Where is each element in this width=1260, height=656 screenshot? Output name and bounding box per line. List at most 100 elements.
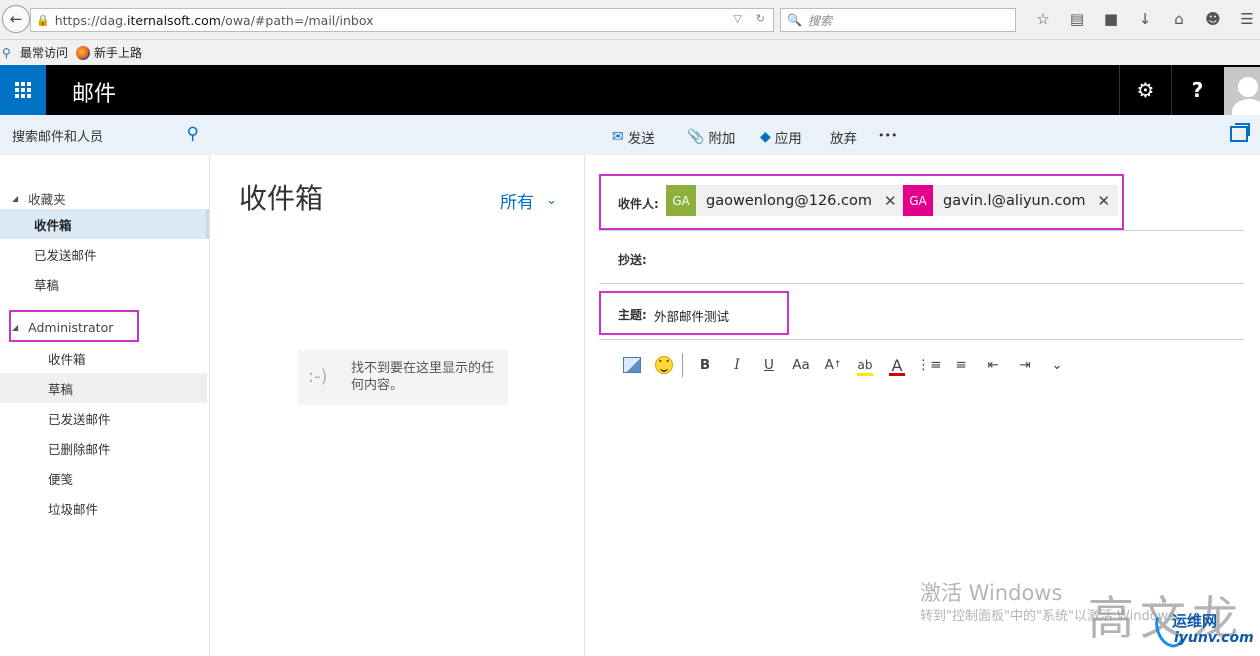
folder-label: 已发送邮件 [48, 411, 111, 427]
mail-search-placeholder: 搜索邮件和人员 [12, 129, 104, 145]
lock-icon: 🔒 [36, 13, 50, 27]
search-icon[interactable]: ⚲ [187, 124, 199, 144]
browser-search-input[interactable]: 🔍 搜索 [780, 8, 1016, 32]
decrease-indent-button[interactable]: ⇤ [977, 354, 1009, 376]
folder-label: 已发送邮件 [34, 247, 97, 263]
subject-label: 主题: [618, 308, 647, 322]
compose-toolbar: ✉ 发送 📎 附加 ◆ 应用 放弃 ••• [209, 115, 1260, 155]
emoticon-icon: :-) [308, 366, 328, 387]
discard-button[interactable]: 放弃 [830, 127, 857, 147]
empty-message: 找不到要在这里显示的任何内容。 [351, 361, 495, 393]
send-label: 发送 [627, 131, 655, 147]
favorites-label: 收藏夹 [28, 192, 66, 207]
italic-button[interactable]: I [721, 354, 753, 376]
menu-icon[interactable]: ☰ [1230, 10, 1260, 28]
app-launcher-icon[interactable] [0, 65, 46, 115]
browser-search-placeholder: 搜索 [807, 13, 832, 28]
more-button[interactable]: ••• [878, 129, 897, 142]
folder-label: 草稿 [48, 381, 74, 397]
numbering-button[interactable]: ≡ [945, 354, 977, 376]
filter-dropdown[interactable]: 所有 ⌄ [500, 188, 557, 213]
smiley-icon [655, 356, 673, 374]
avatar[interactable] [1224, 67, 1260, 115]
bookmark-star-icon[interactable]: ☆ [1026, 10, 1060, 28]
favorites-header[interactable]: ◢ 收藏夹 [12, 189, 66, 208]
recipient-email: gavin.l@aliyun.com [943, 192, 1086, 209]
folder-deleted[interactable]: 已删除邮件 [0, 433, 209, 463]
bookmark-most-visited[interactable]: ⚲ 最常访问 [2, 44, 68, 61]
folder-label: 收件箱 [34, 217, 72, 233]
folder-label: 收件箱 [48, 351, 86, 367]
apps-label: 应用 [774, 131, 802, 147]
bookmark-label: 最常访问 [20, 46, 69, 60]
apps-button[interactable]: ◆ 应用 [760, 127, 802, 147]
increase-indent-button[interactable]: ⇥ [1009, 354, 1041, 376]
highlight-button[interactable]: ab [849, 354, 881, 376]
cc-divider[interactable] [599, 283, 1244, 284]
emoji-button[interactable] [648, 354, 680, 376]
font-color-icon: A [891, 355, 903, 375]
pocket-icon[interactable]: ■ [1094, 10, 1128, 28]
send-button[interactable]: ✉ 发送 [612, 127, 655, 147]
recipient-chip[interactable]: GA gaowenlong@126.com ✕ [666, 185, 905, 216]
favorite-inbox[interactable]: 收件箱 [0, 209, 209, 239]
collapse-triangle-icon: ◢ [12, 194, 19, 203]
reading-list-icon[interactable]: ▤ [1060, 10, 1094, 28]
back-arrow-icon[interactable]: ← [2, 5, 30, 33]
font-size-button[interactable]: Aa [785, 354, 817, 376]
folder-sent[interactable]: 已发送邮件 [0, 403, 209, 433]
hello-icon[interactable]: ☻ [1196, 10, 1230, 28]
help-button[interactable]: ? [1171, 65, 1223, 115]
bold-button[interactable]: B [689, 354, 721, 376]
format-toolbar: B I U Aa A↑ ab A ⋮≡ ≡ ⇤ ⇥ ⌄ [616, 353, 1073, 377]
grow-font-button[interactable]: A ↑ [817, 354, 849, 376]
more-format-button[interactable]: ⌄ [1041, 354, 1073, 376]
bullets-button[interactable]: ⋮≡ [913, 354, 945, 376]
insert-picture-button[interactable] [616, 354, 648, 376]
url-prefix: https://dag. [54, 12, 128, 28]
popout-icon[interactable] [1230, 123, 1250, 142]
folder-drafts[interactable]: 草稿 [0, 373, 207, 403]
address-bar[interactable]: 🔒 https://dag. iternalsoft.com/owa/#path=… [30, 8, 774, 32]
bullet-list-icon: ⋮≡ [916, 357, 942, 373]
settings-button[interactable]: ⚙ [1119, 65, 1171, 115]
reload-icon[interactable]: ↻ [756, 12, 765, 25]
folder-star-icon: ⚲ [2, 45, 11, 60]
folder-label: 便笺 [48, 471, 74, 487]
folder-inbox[interactable]: 收件箱 [0, 343, 209, 373]
underline-button[interactable]: U [753, 354, 785, 376]
recipient-chip[interactable]: GA gavin.l@aliyun.com ✕ [903, 185, 1119, 216]
attach-button[interactable]: 📎 附加 [687, 127, 735, 147]
font-color-button[interactable]: A [881, 354, 913, 376]
chevron-down-icon: ⌄ [546, 193, 557, 208]
recipient-email: gaowenlong@126.com [706, 192, 872, 209]
subject-field[interactable]: 外部邮件测试 [654, 306, 729, 325]
bookmarks-bar: ⚲ 最常访问 新手上路 [0, 40, 1260, 65]
app-header: 邮件 ⚙ ? [0, 65, 1260, 115]
to-divider [599, 230, 1244, 231]
outdent-icon: ⇤ [987, 357, 999, 373]
folder-junk[interactable]: 垃圾邮件 [0, 493, 209, 523]
attach-label: 附加 [708, 131, 736, 147]
mail-search-input[interactable]: 搜索邮件和人员 ⚲ [0, 115, 209, 155]
favorite-sent[interactable]: 已发送邮件 [0, 239, 209, 269]
home-icon[interactable]: ⌂ [1162, 10, 1196, 28]
browser-toolbar: ← 🔒 https://dag. iternalsoft.com/owa/#pat… [0, 0, 1260, 40]
site-logo-cn: 运维网 [1172, 612, 1218, 630]
remove-recipient-icon[interactable]: ✕ [884, 192, 897, 210]
site-logo: 运维网 iyunv.com [1150, 604, 1254, 652]
chevron-down-icon: ⌄ [1051, 357, 1063, 373]
help-icon: ? [1191, 78, 1204, 102]
folder-notes[interactable]: 便笺 [0, 463, 209, 493]
dropdown-arrow-icon[interactable]: ▽ [733, 12, 741, 25]
font-color-bar [889, 373, 905, 376]
toolbar-separator [682, 353, 683, 377]
bookmark-getting-started[interactable]: 新手上路 [76, 44, 142, 61]
folder-label: 草稿 [34, 277, 60, 293]
favorite-drafts[interactable]: 草稿 [0, 269, 209, 299]
url-host: iternalsoft.com [127, 12, 221, 28]
grow-font-icon: A [824, 357, 834, 373]
highlight-icon: ab [857, 358, 873, 372]
remove-recipient-icon[interactable]: ✕ [1098, 192, 1111, 210]
download-icon[interactable]: ↓ [1128, 10, 1162, 28]
